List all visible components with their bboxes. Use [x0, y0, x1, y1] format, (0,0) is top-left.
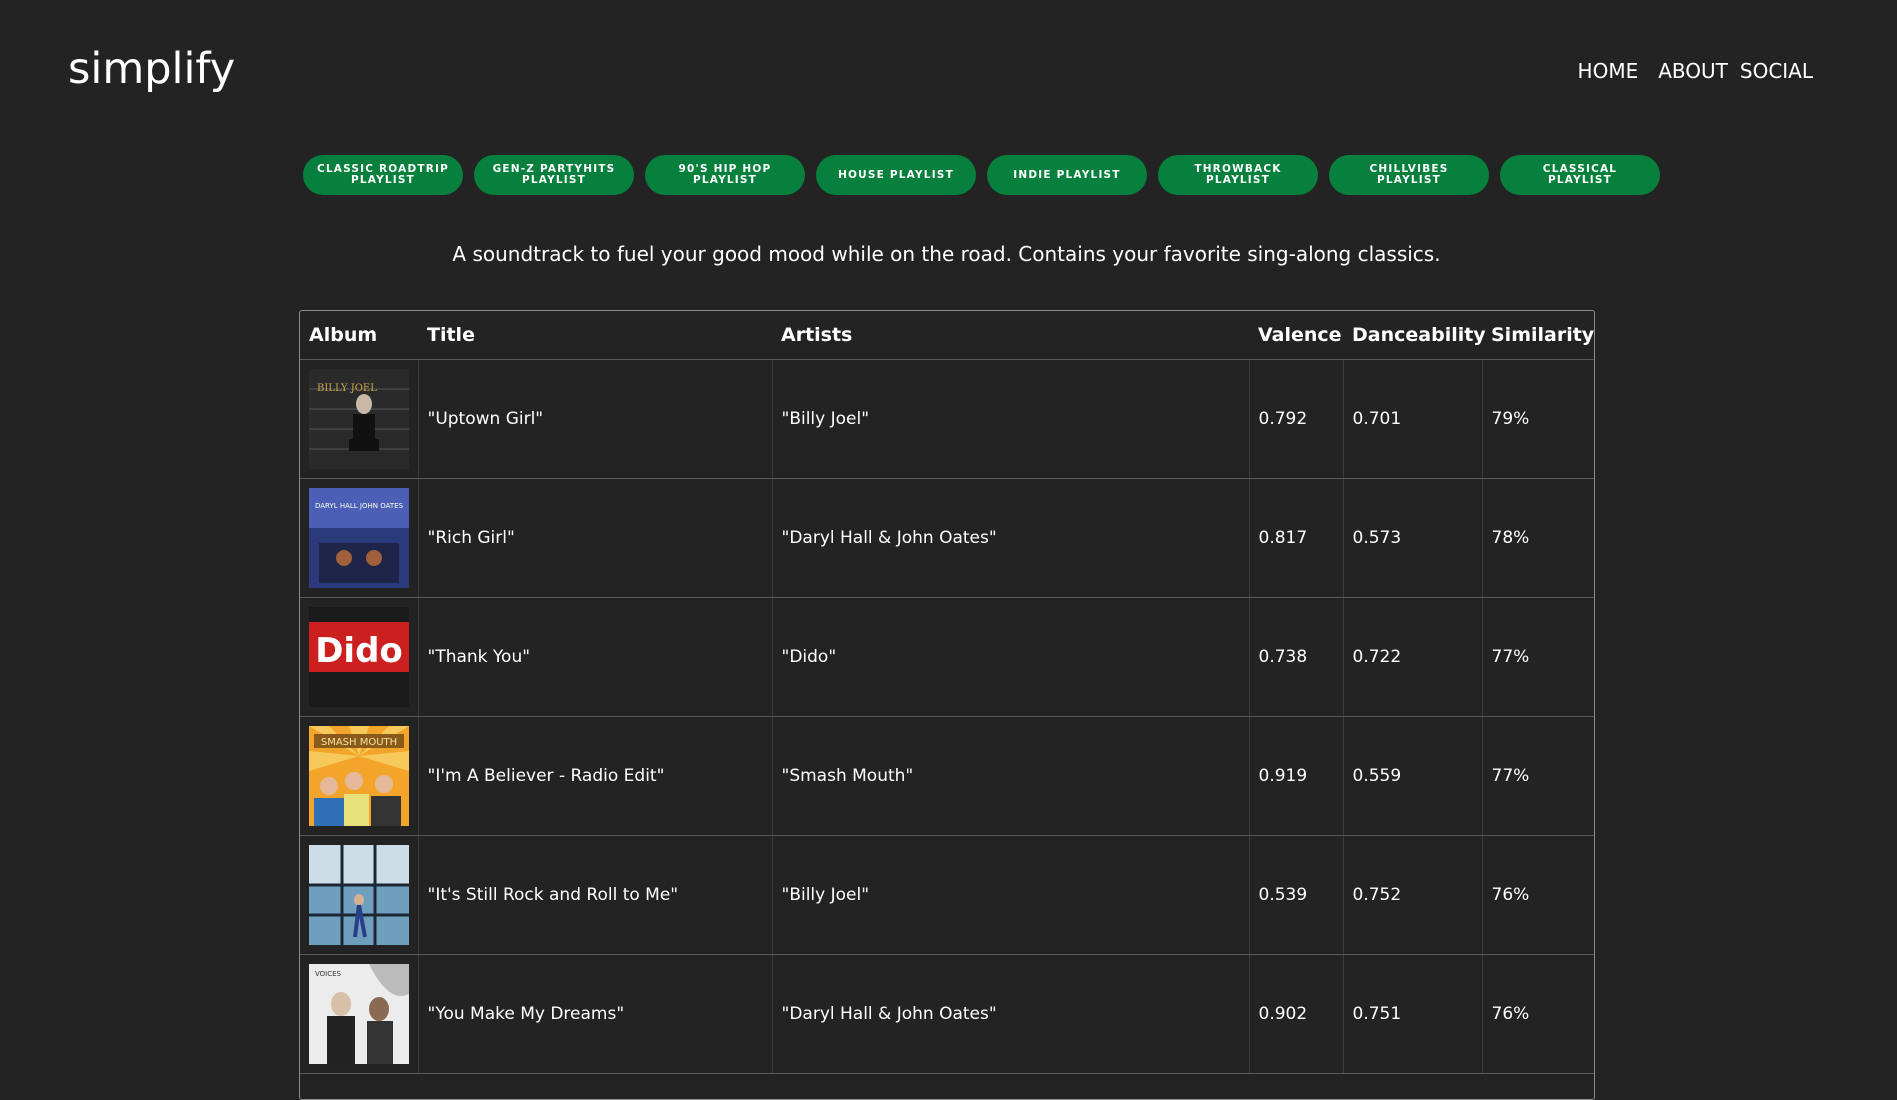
track-danceability: 0.559: [1343, 716, 1483, 836]
table-row: DARYL HALL JOHN OATES "Rich Girl" "Daryl…: [300, 478, 1594, 598]
track-valence: 0.792: [1249, 359, 1344, 479]
column-header-artists: Artists: [772, 311, 1249, 360]
track-title: "Thank You": [418, 597, 773, 717]
playlist-button-indie[interactable]: INDIE PLAYLIST: [987, 155, 1147, 195]
track-similarity: 78%: [1482, 478, 1594, 598]
playlist-button-classic-roadtrip[interactable]: CLASSIC ROADTRIP PLAYLIST: [303, 155, 463, 195]
track-artists: "Smash Mouth": [772, 716, 1250, 836]
site-header: simplify HOME ABOUT SOCIAL: [0, 0, 1897, 140]
column-header-title: Title: [418, 311, 772, 360]
tracks-table-container: Album Title Artists Valence Danceability…: [299, 310, 1595, 1100]
album-cover-image: DARYL HALL JOHN OATES: [309, 488, 409, 588]
column-header-similarity: Similarity: [1482, 311, 1594, 360]
playlist-button-classical[interactable]: CLASSICAL PLAYLIST: [1500, 155, 1660, 195]
track-title: "Uptown Girl": [418, 359, 773, 479]
track-valence: 0.539: [1249, 835, 1344, 955]
track-similarity: 77%: [1482, 716, 1594, 836]
playlist-button-throwback[interactable]: THROWBACK PLAYLIST: [1158, 155, 1318, 195]
track-artists: "Dido": [772, 597, 1250, 717]
album-cover-text: SMASH MOUTH: [321, 737, 397, 748]
table-row: "It's Still Rock and Roll to Me" "Billy …: [300, 835, 1594, 955]
column-header-album: Album: [300, 311, 418, 360]
track-similarity: 79%: [1482, 359, 1594, 479]
nav-social-link[interactable]: SOCIAL: [1740, 59, 1813, 83]
track-valence: 0.738: [1249, 597, 1344, 717]
site-logo[interactable]: simplify: [68, 44, 235, 94]
track-title: "You Make My Dreams": [418, 954, 773, 1074]
table-row: SMASH MOUTH "I'm A Believer - Radio Edit…: [300, 716, 1594, 836]
playlist-button-gen-z-partyhits[interactable]: GEN-Z PARTYHITS PLAYLIST: [474, 155, 634, 195]
track-artists: "Daryl Hall & John Oates": [772, 478, 1250, 598]
track-similarity: 76%: [1482, 954, 1594, 1074]
playlist-description: A soundtrack to fuel your good mood whil…: [452, 242, 1441, 266]
track-similarity: 77%: [1482, 597, 1594, 717]
track-title: "Rich Girl": [418, 478, 773, 598]
track-valence: 0.817: [1249, 478, 1344, 598]
playlist-selector: CLASSIC ROADTRIP PLAYLIST GEN-Z PARTYHIT…: [303, 155, 1660, 195]
table-row: VOICES "You Make My Dreams" "Daryl Hall …: [300, 954, 1594, 1074]
album-cover-image: BILLY JOEL: [309, 369, 409, 469]
track-valence: 0.902: [1249, 954, 1344, 1074]
track-danceability: 0.752: [1343, 835, 1483, 955]
track-artists: "Daryl Hall & John Oates": [772, 954, 1250, 1074]
playlist-button-house[interactable]: HOUSE PLAYLIST: [816, 155, 976, 195]
track-artists: "Billy Joel": [772, 359, 1250, 479]
album-cover-text: Dido: [315, 631, 403, 671]
nav-about-link[interactable]: ABOUT: [1658, 59, 1728, 83]
album-cover-text: VOICES: [315, 970, 342, 978]
playlist-button-90s-hip-hop[interactable]: 90'S HIP HOP PLAYLIST: [645, 155, 805, 195]
tracks-table: Album Title Artists Valence Danceability…: [300, 311, 1594, 1074]
album-cover-image: [309, 845, 409, 945]
track-valence: 0.919: [1249, 716, 1344, 836]
track-artists: "Billy Joel": [772, 835, 1250, 955]
track-similarity: 76%: [1482, 835, 1594, 955]
table-header-row: Album Title Artists Valence Danceability…: [300, 311, 1594, 360]
column-header-valence: Valence: [1249, 311, 1343, 360]
track-danceability: 0.751: [1343, 954, 1483, 1074]
album-cover-text: BILLY JOEL: [317, 383, 377, 394]
album-cover-image: SMASH MOUTH: [309, 726, 409, 826]
album-cover-image: Dido: [309, 607, 409, 707]
album-cover-text: DARYL HALL JOHN OATES: [315, 502, 404, 510]
track-danceability: 0.722: [1343, 597, 1483, 717]
playlist-button-chillvibes[interactable]: CHILLVIBES PLAYLIST: [1329, 155, 1489, 195]
track-danceability: 0.701: [1343, 359, 1483, 479]
track-danceability: 0.573: [1343, 478, 1483, 598]
track-title: "I'm A Believer - Radio Edit": [418, 716, 773, 836]
main-nav: HOME ABOUT SOCIAL: [1558, 59, 1813, 83]
column-header-danceability: Danceability: [1343, 311, 1486, 360]
album-cover-image: VOICES: [309, 964, 409, 1064]
nav-home-link[interactable]: HOME: [1578, 59, 1639, 83]
table-row: BILLY JOEL "Uptown Girl" "Billy Joel" 0.…: [300, 359, 1594, 479]
track-title: "It's Still Rock and Roll to Me": [418, 835, 773, 955]
table-row: Dido "Thank You" "Dido" 0.738 0.722 77%: [300, 597, 1594, 717]
